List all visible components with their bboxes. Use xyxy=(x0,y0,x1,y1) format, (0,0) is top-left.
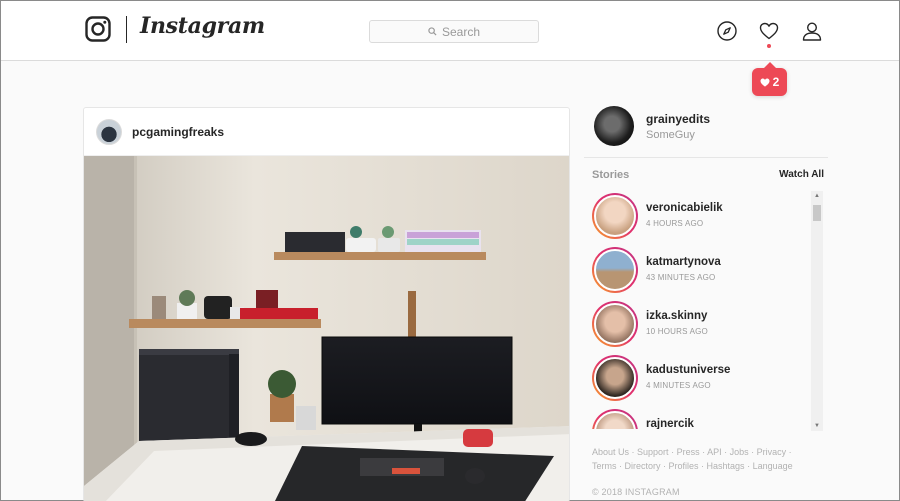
footer-link-jobs[interactable]: Jobs xyxy=(730,447,749,457)
top-nav-bar: Instagram Search xyxy=(1,1,899,61)
scroll-up-arrow-icon[interactable]: ▲ xyxy=(811,191,823,201)
story-timestamp: 43 MINUTES AGO xyxy=(646,273,716,282)
story-avatar-ring xyxy=(592,193,638,239)
search-input[interactable]: Search xyxy=(369,20,539,43)
post-photo[interactable] xyxy=(84,156,570,501)
heart-icon[interactable] xyxy=(758,20,780,42)
story-avatar-ring xyxy=(592,355,638,401)
scroll-thumb[interactable] xyxy=(813,205,821,221)
stories-title: Stories xyxy=(592,169,630,181)
logo-divider xyxy=(126,16,127,43)
heart-filled-icon xyxy=(760,78,770,87)
story-item[interactable]: katmartynova 43 MINUTES AGO xyxy=(584,245,810,299)
instagram-glyph-icon[interactable] xyxy=(85,16,111,42)
story-username: izka.skinny xyxy=(646,310,708,322)
profile-full-name: SomeGuy xyxy=(646,128,695,141)
post-header: pcgamingfreaks xyxy=(84,108,569,156)
scroll-down-arrow-icon[interactable]: ▼ xyxy=(811,421,823,431)
footer-link-privacy[interactable]: Privacy xyxy=(757,447,787,457)
story-username: rajnercik xyxy=(646,418,694,429)
story-item[interactable]: kadustuniverse 4 MINUTES AGO xyxy=(584,353,810,407)
story-item[interactable]: rajnercik xyxy=(584,407,810,429)
footer-link-about[interactable]: About Us xyxy=(592,447,629,457)
footer-link-press[interactable]: Press xyxy=(677,447,700,457)
stories-panel: Stories Watch All veronicabielik 4 HOURS… xyxy=(584,157,828,437)
search-placeholder: Search xyxy=(441,24,481,39)
notification-popup[interactable]: 2 xyxy=(752,62,787,96)
story-timestamp: 10 HOURS AGO xyxy=(646,327,708,336)
story-username: kadustuniverse xyxy=(646,364,731,376)
notification-count: 2 xyxy=(772,75,780,89)
story-list: veronicabielik 4 HOURS AGO katmartynova … xyxy=(584,191,810,429)
footer-link-api[interactable]: API xyxy=(707,447,722,457)
footer-link-support[interactable]: Support xyxy=(637,447,669,457)
current-user-profile[interactable]: grainyedits SomeGuy xyxy=(594,106,710,146)
story-item[interactable]: izka.skinny 10 HOURS AGO xyxy=(584,299,810,353)
story-avatar-ring xyxy=(592,301,638,347)
footer-links: About Us · Support · Press · API · Jobs … xyxy=(592,447,793,471)
feed-post: pcgamingfreaks xyxy=(83,107,570,501)
watch-all-link[interactable]: Watch All xyxy=(779,169,824,181)
post-username[interactable]: pcgamingfreaks xyxy=(132,125,224,139)
activity-indicator-dot xyxy=(767,44,771,48)
story-avatar-ring xyxy=(592,247,638,293)
story-username: katmartynova xyxy=(646,256,721,268)
story-avatar-ring xyxy=(592,409,638,429)
brand-wordmark[interactable]: Instagram xyxy=(140,13,265,39)
profile-username[interactable]: grainyedits xyxy=(646,112,710,126)
story-timestamp: 4 MINUTES AGO xyxy=(646,381,711,390)
footer-link-profiles[interactable]: Profiles xyxy=(669,461,699,471)
story-item[interactable]: veronicabielik 4 HOURS AGO xyxy=(584,191,810,245)
footer-link-language[interactable]: Language xyxy=(753,461,793,471)
avatar[interactable] xyxy=(594,106,634,146)
post-avatar[interactable] xyxy=(96,118,122,145)
user-icon[interactable] xyxy=(801,20,823,42)
story-timestamp: 4 HOURS AGO xyxy=(646,219,704,228)
footer-link-terms[interactable]: Terms xyxy=(592,461,617,471)
search-icon xyxy=(428,27,437,36)
footer-link-hashtags[interactable]: Hashtags xyxy=(707,461,745,471)
footer-link-directory[interactable]: Directory xyxy=(625,461,661,471)
compass-icon[interactable] xyxy=(716,20,738,42)
stories-scrollbar[interactable]: ▲ ▼ xyxy=(811,191,823,431)
copyright-text: © 2018 INSTAGRAM xyxy=(592,487,680,497)
story-username: veronicabielik xyxy=(646,202,723,214)
